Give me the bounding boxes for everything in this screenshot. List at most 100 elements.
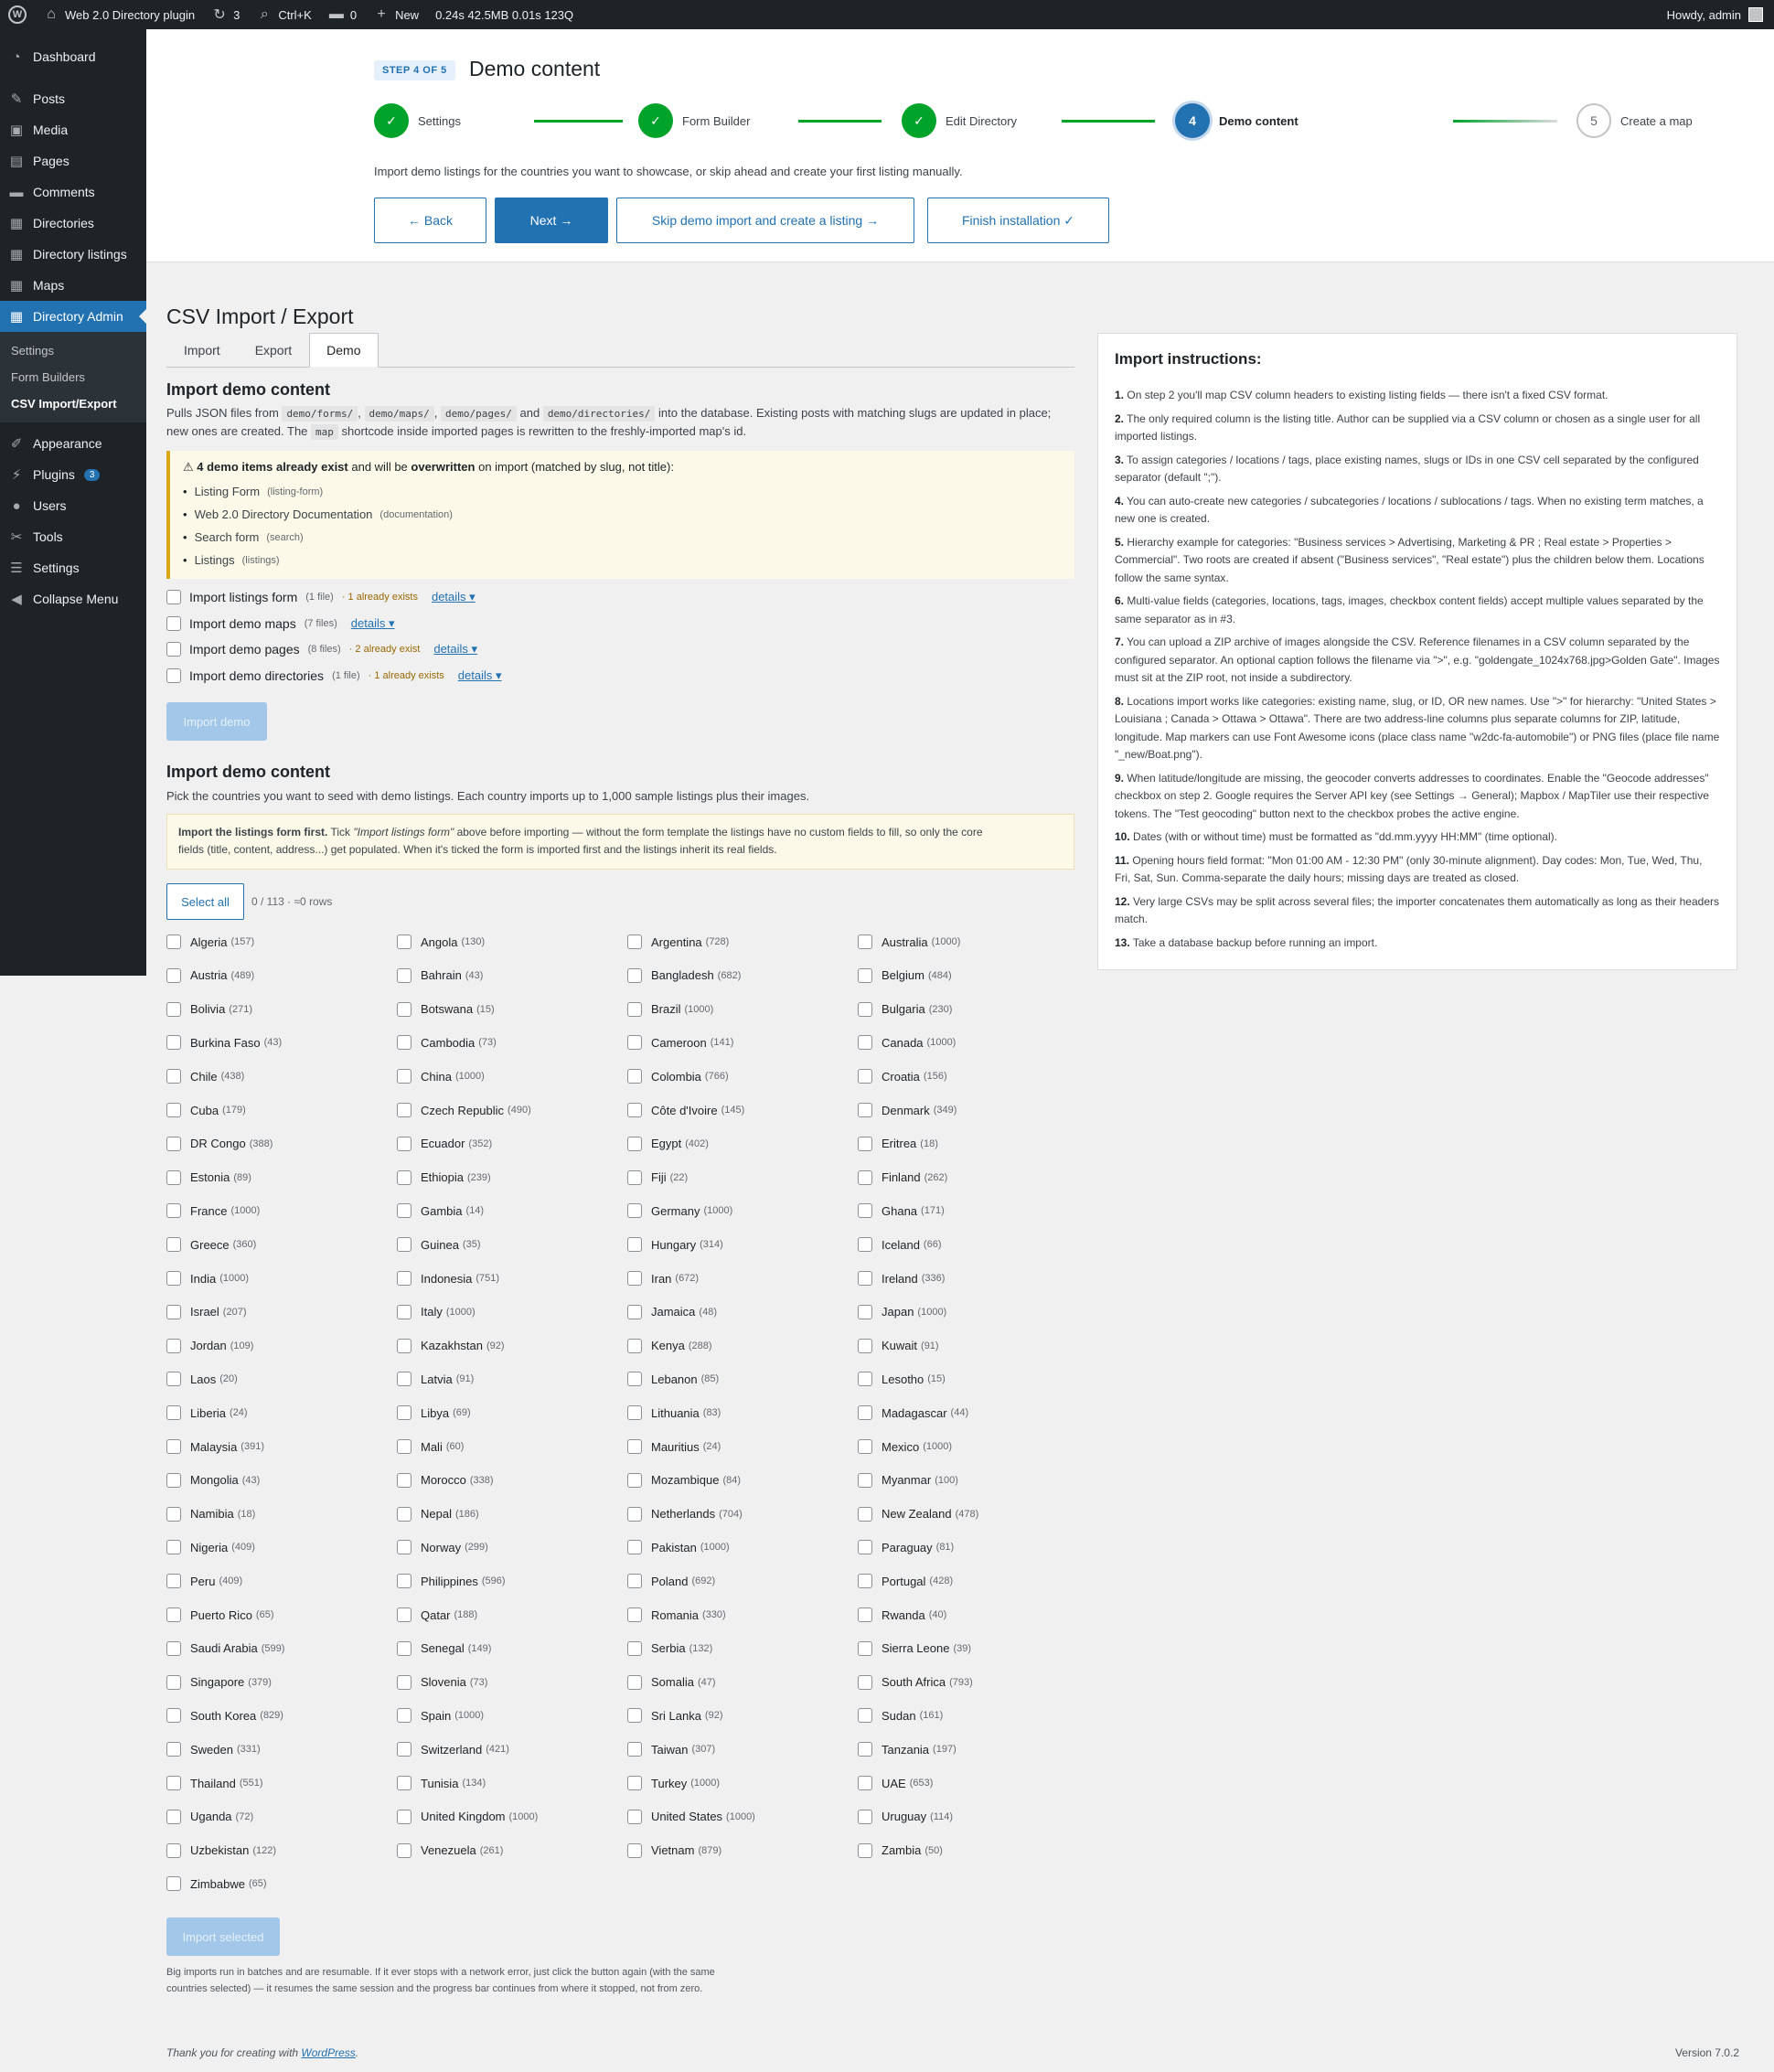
- country-checkbox[interactable]: [166, 1203, 181, 1219]
- country-option[interactable]: Eritrea (18): [858, 1136, 938, 1151]
- country-option[interactable]: Hungary (314): [627, 1237, 723, 1253]
- country-checkbox[interactable]: [627, 1506, 642, 1522]
- country-option[interactable]: Norway (299): [397, 1540, 488, 1555]
- country-checkbox[interactable]: [627, 1439, 642, 1454]
- country-option[interactable]: United States (1000): [627, 1809, 755, 1824]
- country-option[interactable]: Bolivia (271): [166, 1001, 252, 1017]
- country-checkbox[interactable]: [397, 1237, 411, 1253]
- country-checkbox[interactable]: [858, 1001, 872, 1017]
- finish-installation-button[interactable]: Finish installation ✓: [927, 198, 1109, 243]
- country-checkbox[interactable]: [397, 1338, 411, 1353]
- country-option[interactable]: Sudan (161): [858, 1708, 943, 1724]
- country-option[interactable]: Bahrain (43): [397, 967, 483, 983]
- country-option[interactable]: Mozambique (84): [627, 1472, 741, 1488]
- country-option[interactable]: Lithuania (83): [627, 1405, 721, 1421]
- menu-collapse[interactable]: ◀ Collapse Menu: [0, 583, 146, 614]
- country-option[interactable]: UAE (653): [858, 1776, 933, 1790]
- country-checkbox[interactable]: [858, 1338, 872, 1353]
- country-option[interactable]: Rwanda (40): [858, 1607, 946, 1622]
- submenu-form-builders[interactable]: Form Builders: [0, 364, 146, 390]
- country-option[interactable]: Romania (330): [627, 1607, 726, 1622]
- country-option[interactable]: Sweden (331): [166, 1742, 261, 1757]
- country-option[interactable]: Iran (672): [627, 1271, 699, 1286]
- country-checkbox[interactable]: [858, 1237, 872, 1253]
- country-option[interactable]: Ethiopia (239): [397, 1170, 491, 1185]
- country-checkbox[interactable]: [627, 1708, 642, 1724]
- import-listings-form-checkbox[interactable]: [166, 590, 181, 604]
- country-option[interactable]: Cambodia (73): [397, 1035, 497, 1051]
- details-toggle[interactable]: details ▾: [351, 616, 395, 631]
- country-checkbox[interactable]: [627, 1001, 642, 1017]
- country-option[interactable]: Bangladesh (682): [627, 967, 741, 983]
- country-option[interactable]: Spain (1000): [397, 1708, 484, 1724]
- country-option[interactable]: Vietnam (879): [627, 1842, 721, 1858]
- country-option[interactable]: Thailand (551): [166, 1776, 263, 1790]
- country-checkbox[interactable]: [166, 1574, 181, 1589]
- country-option[interactable]: Denmark (349): [858, 1103, 956, 1117]
- country-option[interactable]: Argentina (728): [627, 935, 729, 949]
- import-demo-maps-option[interactable]: Import demo maps (7 files) details ▾: [166, 616, 395, 631]
- country-checkbox[interactable]: [397, 1809, 411, 1824]
- country-option[interactable]: Burkina Faso (43): [166, 1035, 282, 1051]
- country-option[interactable]: DR Congo (388): [166, 1136, 273, 1151]
- country-option[interactable]: Estonia (89): [166, 1170, 251, 1185]
- country-checkbox[interactable]: [627, 1742, 642, 1757]
- country-option[interactable]: Libya (69): [397, 1405, 471, 1421]
- country-option[interactable]: New Zealand (478): [858, 1506, 978, 1522]
- country-checkbox[interactable]: [166, 1001, 181, 1017]
- step-4-number[interactable]: 4: [1175, 103, 1210, 138]
- country-checkbox[interactable]: [858, 1776, 872, 1790]
- country-option[interactable]: Switzerland (421): [397, 1742, 509, 1757]
- country-checkbox[interactable]: [166, 1506, 181, 1522]
- new-content-link[interactable]: + New: [365, 0, 427, 29]
- country-option[interactable]: Singapore (379): [166, 1674, 272, 1690]
- country-checkbox[interactable]: [166, 1372, 181, 1387]
- country-checkbox[interactable]: [397, 1405, 411, 1421]
- country-option[interactable]: Tunisia (134): [397, 1776, 486, 1790]
- country-checkbox[interactable]: [166, 1742, 181, 1757]
- step-1-label[interactable]: Settings: [418, 114, 461, 128]
- import-demo-directories-option[interactable]: Import demo directories (1 file) · 1 alrea…: [166, 668, 502, 683]
- menu-appearance[interactable]: ✐ Appearance: [0, 428, 146, 459]
- country-checkbox[interactable]: [397, 1540, 411, 1555]
- country-option[interactable]: Fiji (22): [627, 1170, 688, 1185]
- country-option[interactable]: Finland (262): [858, 1170, 947, 1185]
- country-checkbox[interactable]: [627, 1035, 642, 1051]
- skip-demo-button[interactable]: Skip demo import and create a listing →: [616, 198, 914, 243]
- country-option[interactable]: Puerto Rico (65): [166, 1607, 273, 1622]
- country-checkbox[interactable]: [627, 1338, 642, 1353]
- step-2-check-icon[interactable]: ✓: [638, 103, 673, 138]
- country-option[interactable]: United Kingdom (1000): [397, 1809, 538, 1824]
- country-option[interactable]: Myanmar (100): [858, 1472, 958, 1488]
- country-checkbox[interactable]: [627, 1237, 642, 1253]
- country-option[interactable]: Liberia (24): [166, 1405, 248, 1421]
- submenu-settings[interactable]: Settings: [0, 337, 146, 364]
- step-2-label[interactable]: Form Builder: [682, 114, 750, 128]
- country-option[interactable]: Sri Lanka (92): [627, 1708, 722, 1724]
- country-checkbox[interactable]: [627, 1842, 642, 1858]
- import-selected-button[interactable]: Import selected: [166, 1917, 280, 1956]
- country-option[interactable]: Latvia (91): [397, 1372, 474, 1387]
- country-option[interactable]: Pakistan (1000): [627, 1540, 730, 1555]
- site-name-link[interactable]: ⌂ Web 2.0 Directory plugin: [35, 0, 203, 29]
- menu-tools[interactable]: ✂ Tools: [0, 521, 146, 552]
- country-checkbox[interactable]: [858, 1035, 872, 1051]
- country-checkbox[interactable]: [627, 1069, 642, 1084]
- country-option[interactable]: Italy (1000): [397, 1304, 476, 1319]
- menu-dashboard[interactable]: ◔ Dashboard: [0, 41, 146, 72]
- country-option[interactable]: Angola (130): [397, 935, 485, 949]
- country-option[interactable]: India (1000): [166, 1271, 249, 1286]
- country-option[interactable]: Laos (20): [166, 1372, 238, 1387]
- country-option[interactable]: Madagascar (44): [858, 1405, 968, 1421]
- step-3-check-icon[interactable]: ✓: [902, 103, 936, 138]
- country-option[interactable]: Mexico (1000): [858, 1439, 952, 1454]
- country-checkbox[interactable]: [627, 1170, 642, 1185]
- country-option[interactable]: Bulgaria (230): [858, 1001, 952, 1017]
- country-checkbox[interactable]: [627, 967, 642, 983]
- country-checkbox[interactable]: [858, 1203, 872, 1219]
- country-option[interactable]: Serbia (132): [627, 1640, 712, 1656]
- country-checkbox[interactable]: [166, 1271, 181, 1286]
- menu-users[interactable]: ● Users: [0, 490, 146, 521]
- country-checkbox[interactable]: [858, 1170, 872, 1185]
- country-option[interactable]: Saudi Arabia (599): [166, 1640, 284, 1656]
